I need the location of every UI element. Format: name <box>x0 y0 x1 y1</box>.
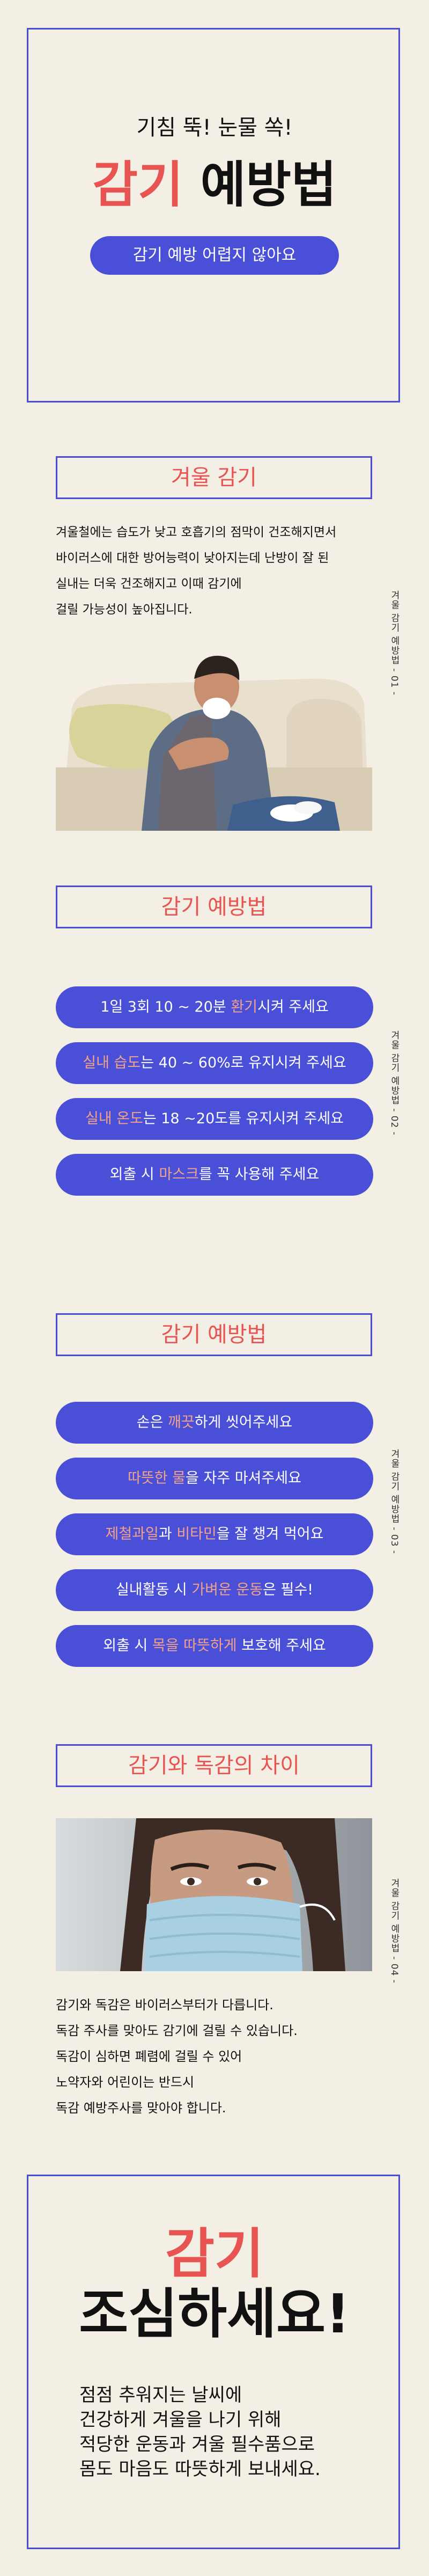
tip-pill: 외출 시 목을 따뜻하게 보호해 주세요 <box>56 1625 373 1667</box>
tip-text: 를 꼭 사용해 주세요 <box>198 1166 320 1183</box>
section4-line: 감기와 독감은 바이러스부터가 다릅니다. <box>56 1997 273 2012</box>
section4-paragraph: 감기와 독감은 바이러스부터가 다릅니다. 독감 주사를 맞아도 감기에 걸릴 … <box>56 1992 388 2121</box>
tip-text: 는 18 ~20도를 유지시켜 주세요 <box>143 1110 344 1127</box>
tip-highlight: 가벼운 운동 <box>191 1582 263 1598</box>
tip-text: 실내활동 시 <box>115 1582 192 1598</box>
ending-line: 몸도 마음도 따뜻하게 보내세요. <box>79 2458 321 2480</box>
hero-title-red: 감기 <box>92 156 183 214</box>
tip-highlight: 제철과일 <box>105 1526 159 1542</box>
tip-highlight: 깨끗 <box>168 1414 195 1431</box>
tip-pill: 1일 3회 10 ~ 20분 환기시켜 주세요 <box>56 986 373 1028</box>
mask-woman-illustration <box>56 1818 372 1971</box>
ending-line: 건강하게 겨울을 나기 위해 <box>79 2409 282 2431</box>
section4-side-label: 겨울 감기 예방법 - 04 - <box>389 1878 400 1984</box>
section1-line: 실내는 더욱 건조해지고 이때 감기에 <box>56 577 242 591</box>
tip-pill: 실내활동 시 가벼운 운동은 필수! <box>56 1569 373 1611</box>
section1-heading: 겨울 감기 <box>56 456 372 499</box>
tip-text: 시켜 주세요 <box>257 999 329 1015</box>
tip-pill: 실내 습도는 40 ~ 60%로 유지시켜 주세요 <box>56 1042 373 1084</box>
sick-man-photo <box>56 628 373 831</box>
section4-line: 독감이 심하면 폐렴에 걸릴 수 있어 <box>56 2049 242 2064</box>
tip-text: 은 필수! <box>263 1582 314 1598</box>
tip-highlight: 실내 온도 <box>85 1110 143 1127</box>
ending-line: 점점 추워지는 날씨에 <box>79 2384 242 2406</box>
section4-heading: 감기와 독감의 차이 <box>56 1744 372 1787</box>
hero-pill: 감기 예방 어렵지 않아요 <box>90 236 339 275</box>
section4-line: 노약자와 어린이는 반드시 <box>56 2075 195 2090</box>
tip-text: 을 잘 챙겨 먹어요 <box>216 1526 324 1542</box>
tip-pill: 실내 온도는 18 ~20도를 유지시켜 주세요 <box>56 1098 373 1140</box>
tip-text: 하게 씻어주세요 <box>194 1414 293 1431</box>
ending-title-black: 조심하세요! <box>79 2282 350 2345</box>
section3-side-label: 겨울 감기 예방법 - 03 - <box>389 1449 400 1554</box>
section2-heading: 감기 예방법 <box>56 885 372 928</box>
hero-subtitle: 기침 뚝! 눈물 쏙! <box>136 115 293 140</box>
section1-line: 겨울철에는 습도가 낮고 호흡기의 점막이 건조해지면서 <box>56 525 337 539</box>
hero-title: 감기 예방법 <box>0 145 429 216</box>
tip-highlight: 마스크 <box>159 1166 199 1183</box>
tip-pill: 제철과일과 비타민을 잘 챙겨 먹어요 <box>56 1513 373 1555</box>
section4-line: 독감 주사를 맞아도 감기에 걸릴 수 있습니다. <box>56 2023 298 2038</box>
tip-highlight: 환기 <box>231 999 257 1015</box>
tip-text: 외출 시 <box>109 1166 159 1183</box>
tip-text: 외출 시 <box>103 1637 152 1654</box>
mask-woman-photo <box>56 1818 372 1971</box>
tip-pill: 손은 깨끗하게 씻어주세요 <box>56 1402 373 1444</box>
tip-text: 과 <box>158 1526 177 1542</box>
tip-text: 을 자주 마셔주세요 <box>186 1470 301 1487</box>
ending-paragraph: 점점 추워지는 날씨에 건강하게 겨울을 나기 위해 적당한 운동과 겨울 필수… <box>79 2383 380 2482</box>
tip-text: 손은 <box>136 1414 168 1431</box>
section1-line: 바이러스에 대한 방어능력이 낮아지는데 난방이 잘 된 <box>56 551 329 565</box>
tip-pill: 외출 시 마스크를 꼭 사용해 주세요 <box>56 1154 373 1196</box>
tip-highlight: 비타민 <box>176 1526 217 1542</box>
section4-line: 독감 예방주사를 맞아야 합니다. <box>56 2101 226 2116</box>
tip-highlight: 목을 따뜻하게 <box>152 1637 237 1654</box>
section1-line: 걸릴 가능성이 높아집니다. <box>56 603 193 617</box>
section2-side-label: 겨울 감기 예방법 - 02 - <box>389 1030 400 1136</box>
hero-title-black: 예방법 <box>200 156 337 214</box>
sick-man-illustration <box>56 628 373 831</box>
section1-paragraph: 겨울철에는 습도가 낮고 호흡기의 점막이 건조해지면서 바이러스에 대한 방어… <box>56 519 388 623</box>
tip-pill: 따뜻한 물을 자주 마셔주세요 <box>56 1458 373 1499</box>
tip-text: 보호해 주세요 <box>236 1637 326 1654</box>
tip-highlight: 따뜻한 물 <box>128 1470 186 1487</box>
tip-text: 는 40 ~ 60%로 유지시켜 주세요 <box>140 1055 346 1071</box>
tip-highlight: 실내 습도 <box>83 1055 141 1071</box>
ending-line: 적당한 운동과 겨울 필수품으로 <box>79 2434 315 2455</box>
section3-heading: 감기 예방법 <box>56 1313 372 1356</box>
tip-text: 1일 3회 10 ~ 20분 <box>100 999 231 1015</box>
